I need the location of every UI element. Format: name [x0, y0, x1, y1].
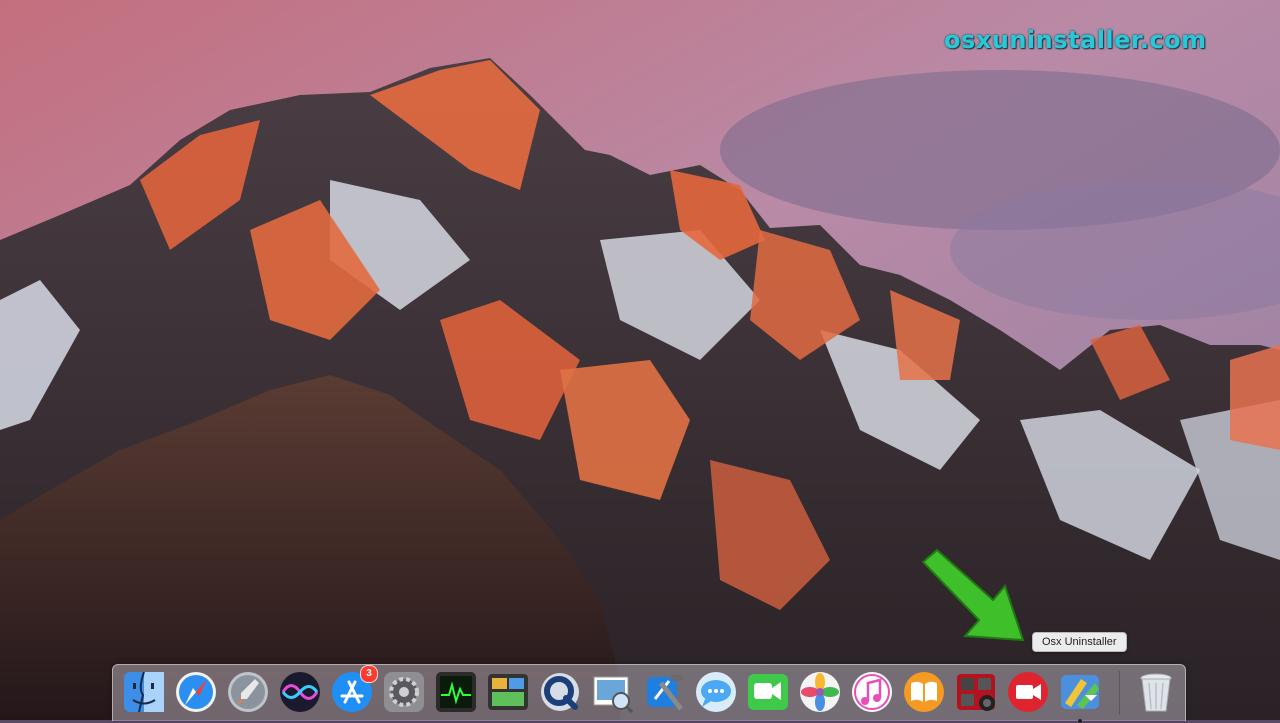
- notification-badge: 3: [360, 665, 378, 683]
- dock-item-xcode[interactable]: [641, 669, 687, 715]
- dock-item-trash[interactable]: [1133, 669, 1179, 715]
- activity-monitor-icon: [436, 672, 476, 712]
- preview-icon: [593, 676, 634, 714]
- dock-item-ibooks[interactable]: [901, 669, 947, 715]
- green-arrow-icon: [921, 548, 1025, 642]
- dock-item-mission-control[interactable]: [485, 669, 531, 715]
- dock-item-osx-uninstaller[interactable]: [1057, 669, 1103, 723]
- dock-item-app-store[interactable]: 3: [329, 665, 378, 715]
- dock-separator: [1119, 671, 1120, 715]
- itunes-icon: [852, 672, 892, 712]
- dock-item-system-preferences[interactable]: [381, 669, 427, 715]
- dock-item-preview[interactable]: [589, 669, 635, 715]
- dock-item-activity-monitor[interactable]: [433, 669, 479, 715]
- facetime-icon: [748, 674, 788, 710]
- dock-item-facetime[interactable]: [745, 669, 791, 715]
- dock-item-finder[interactable]: [121, 669, 167, 715]
- photos-icon: [800, 672, 840, 712]
- dock-item-siri[interactable]: [277, 669, 323, 715]
- xcode-icon: [647, 675, 683, 711]
- siri-icon: [280, 672, 320, 712]
- dock-item-launchpad[interactable]: [225, 669, 271, 715]
- photo-booth-icon: [957, 674, 995, 711]
- dock-item-safari[interactable]: [173, 669, 219, 715]
- ibooks-icon: [904, 672, 944, 712]
- messages-icon: [696, 672, 736, 712]
- dock-item-photos[interactable]: [797, 669, 843, 715]
- dock-item-quicktime[interactable]: [537, 669, 583, 715]
- safari-icon: [176, 672, 216, 712]
- dock: 3: [112, 664, 1186, 723]
- dock-tooltip: Osx Uninstaller: [1032, 632, 1127, 652]
- osx-uninstaller-icon: [1061, 675, 1099, 709]
- trash-icon: [1140, 673, 1172, 712]
- dock-item-video-recorder[interactable]: [1005, 669, 1051, 715]
- video-recorder-icon: [1008, 672, 1048, 712]
- system-preferences-icon: [384, 672, 424, 712]
- dock-item-itunes[interactable]: [849, 669, 895, 715]
- mission-control-icon: [488, 674, 528, 710]
- dock-item-messages[interactable]: [693, 669, 739, 715]
- launchpad-icon: [228, 672, 268, 712]
- desktop-wallpaper: [0, 0, 1280, 720]
- dock-item-photo-booth[interactable]: [953, 669, 999, 715]
- finder-icon: [124, 671, 164, 713]
- website-watermark: osxuninstaller.com: [944, 26, 1207, 54]
- quicktime-icon: [541, 673, 579, 711]
